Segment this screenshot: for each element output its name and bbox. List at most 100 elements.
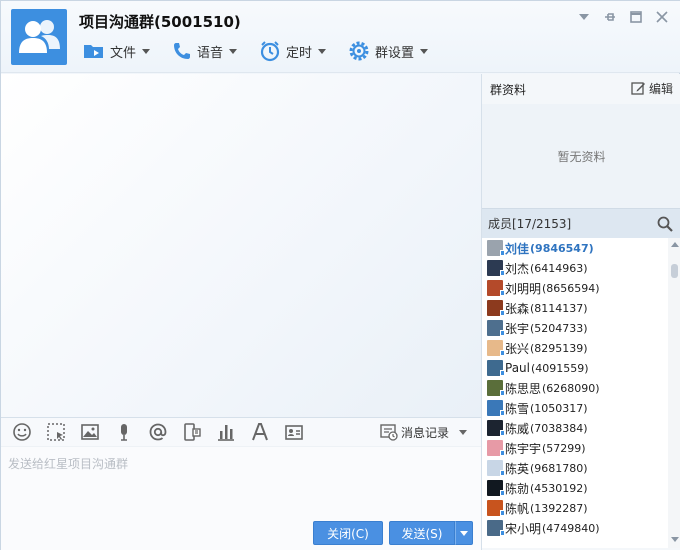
member-item[interactable]: 刘杰 (6414963) bbox=[482, 258, 668, 278]
send-options-button[interactable] bbox=[455, 521, 473, 545]
member-item[interactable]: 陈雪 (1050317) bbox=[482, 398, 668, 418]
bar-chart-icon bbox=[218, 425, 234, 441]
emoji-button[interactable] bbox=[11, 421, 33, 443]
voice-label: 语音 bbox=[197, 45, 224, 61]
chevron-down-icon bbox=[460, 530, 468, 536]
member-item[interactable]: 张兴 (8295139) bbox=[482, 338, 668, 358]
member-item[interactable]: 陈宇宇 (57299) bbox=[482, 438, 668, 458]
member-avatar bbox=[487, 240, 505, 256]
member-item[interactable]: 陈勍 (4530192) bbox=[482, 478, 668, 498]
member-id: (8656594) bbox=[542, 281, 600, 295]
member-name: 陈思思 bbox=[505, 381, 542, 396]
alarm-clock-icon bbox=[260, 41, 280, 62]
chat-window: 项目沟通群(5001510) 文件 语音 定时 群设置 消息记录 发送给红星项目… bbox=[0, 0, 680, 550]
member-name: 陈英 bbox=[505, 461, 530, 476]
member-item[interactable]: 陈思思 (6268090) bbox=[482, 378, 668, 398]
maximize-button[interactable] bbox=[623, 7, 649, 27]
phone-screen-button[interactable] bbox=[181, 421, 203, 443]
member-item[interactable]: 刘明明 (8656594) bbox=[482, 278, 668, 298]
timer-button[interactable]: 定时 bbox=[259, 40, 327, 62]
screenshot-button[interactable] bbox=[45, 421, 67, 443]
member-item[interactable]: 陈帆 (1392287) bbox=[482, 498, 668, 518]
member-id: (9846547) bbox=[530, 241, 594, 255]
group-settings-button[interactable]: 群设置 bbox=[348, 40, 429, 62]
member-id: (4749840) bbox=[542, 521, 600, 535]
group-avatar-icon[interactable] bbox=[11, 9, 67, 65]
card-button[interactable] bbox=[283, 421, 305, 443]
members-header: 成员[17/2153] bbox=[482, 208, 680, 238]
message-history-button[interactable]: 消息记录 bbox=[380, 423, 467, 441]
poll-button[interactable] bbox=[215, 421, 237, 443]
member-avatar bbox=[487, 500, 505, 516]
file-button[interactable]: 文件 bbox=[83, 42, 151, 61]
font-icon bbox=[252, 423, 268, 441]
member-name: 陈帆 bbox=[505, 501, 530, 516]
edit-group-info-button[interactable]: 编辑 bbox=[631, 80, 673, 97]
member-avatar bbox=[487, 300, 505, 316]
pin-button[interactable] bbox=[597, 7, 623, 27]
member-item[interactable]: 陈威 (7038384) bbox=[482, 418, 668, 438]
device-status-icon bbox=[500, 310, 505, 316]
member-item[interactable]: 陈英 (9681780) bbox=[482, 458, 668, 478]
smiley-icon bbox=[13, 423, 31, 441]
device-status-icon bbox=[500, 390, 505, 396]
member-list[interactable]: 刘佳 (9846547) 刘杰 (6414963) 刘明明 (8656594) 张森 (811… bbox=[482, 238, 668, 548]
window-title: 项目沟通群(5001510) bbox=[79, 13, 241, 31]
group-settings-label: 群设置 bbox=[375, 45, 415, 61]
image-button[interactable] bbox=[79, 421, 101, 443]
font-button[interactable] bbox=[249, 421, 271, 443]
member-name: 张兴 bbox=[505, 341, 530, 356]
device-status-icon bbox=[500, 530, 505, 536]
member-avatar bbox=[487, 520, 505, 536]
close-button[interactable] bbox=[649, 7, 675, 27]
member-name: Paul bbox=[505, 361, 530, 375]
mention-button[interactable] bbox=[147, 421, 169, 443]
header-toolbar: 文件 语音 定时 群设置 bbox=[83, 39, 450, 63]
member-item[interactable]: Paul (4091559) bbox=[482, 358, 668, 378]
chevron-down-icon bbox=[142, 48, 151, 54]
device-status-icon bbox=[500, 350, 505, 356]
member-name: 张森 bbox=[505, 301, 530, 316]
message-input-placeholder: 发送给红星项目沟通群 bbox=[8, 457, 129, 471]
send-button[interactable]: 发送(S) bbox=[389, 521, 455, 545]
member-name: 张宇 bbox=[505, 321, 530, 336]
member-avatar bbox=[487, 440, 505, 456]
member-id: (5204733) bbox=[530, 321, 588, 335]
window-menu-button[interactable] bbox=[571, 7, 597, 27]
member-list-scrollbar[interactable] bbox=[668, 238, 680, 548]
member-search-button[interactable] bbox=[657, 216, 673, 235]
member-avatar bbox=[487, 260, 505, 276]
member-avatar bbox=[487, 320, 505, 336]
scroll-down-arrow-icon[interactable] bbox=[671, 537, 679, 542]
member-id: (9681780) bbox=[530, 461, 588, 475]
member-avatar bbox=[487, 480, 505, 496]
screenshot-icon bbox=[47, 423, 65, 441]
member-name: 刘佳 bbox=[505, 241, 530, 256]
chevron-down-icon bbox=[229, 48, 238, 54]
device-status-icon bbox=[500, 250, 505, 256]
member-avatar bbox=[487, 360, 505, 376]
input-toolbar: 消息记录 bbox=[1, 417, 481, 447]
voice-button[interactable]: 语音 bbox=[172, 41, 238, 61]
group-side-panel: 群资料 编辑 暂无资料 成员[17/2153] 刘佳 (9846547) 刘杰 (64… bbox=[481, 74, 680, 550]
member-item[interactable]: 刘佳 (9846547) bbox=[482, 238, 668, 258]
member-item[interactable]: 张宇 (5204733) bbox=[482, 318, 668, 338]
member-name: 宋小明 bbox=[505, 521, 542, 536]
member-id: (4530192) bbox=[530, 481, 588, 495]
chevron-down-icon bbox=[318, 48, 327, 54]
scroll-thumb[interactable] bbox=[671, 264, 678, 278]
scroll-up-arrow-icon[interactable] bbox=[671, 242, 679, 247]
close-chat-button[interactable]: 关闭(C) bbox=[313, 521, 383, 545]
message-area[interactable] bbox=[1, 74, 481, 417]
member-item[interactable]: 宋小明 (4749840) bbox=[482, 518, 668, 538]
member-avatar bbox=[487, 460, 505, 476]
member-item[interactable]: 张森 (8114137) bbox=[482, 298, 668, 318]
edit-icon bbox=[631, 82, 645, 95]
device-status-icon bbox=[500, 370, 505, 376]
member-name: 刘明明 bbox=[505, 281, 542, 296]
member-avatar bbox=[487, 400, 505, 416]
member-id: (8114137) bbox=[530, 301, 588, 315]
device-status-icon bbox=[500, 430, 505, 436]
voice-message-button[interactable] bbox=[113, 421, 135, 443]
group-info-header: 群资料 编辑 bbox=[482, 74, 680, 104]
